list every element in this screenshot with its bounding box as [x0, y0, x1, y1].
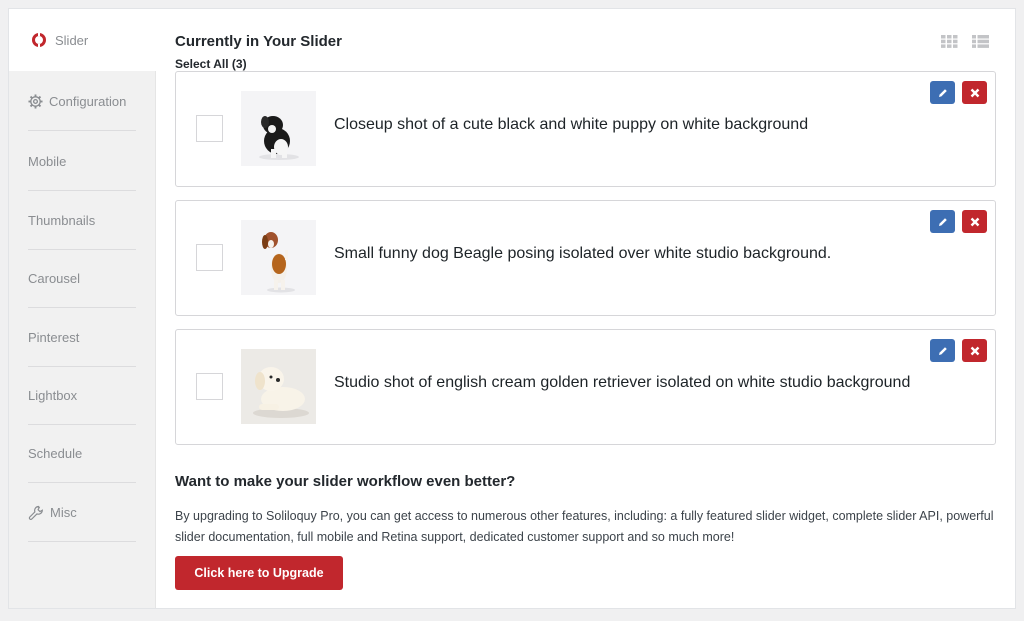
upgrade-description: By upgrading to Soliloquy Pro, you can g…: [175, 509, 994, 544]
sidebar-item-misc[interactable]: Misc: [28, 484, 136, 542]
close-icon: [970, 346, 980, 356]
main-content: Currently in Your Slider Select All (3): [175, 9, 1015, 608]
close-icon: [970, 88, 980, 98]
sidebar-item-pinterest[interactable]: Pinterest: [28, 309, 136, 367]
edit-button[interactable]: [930, 210, 955, 233]
sidebar-item-label: Mobile: [28, 154, 67, 169]
slide-checkbox[interactable]: [196, 115, 223, 142]
slide-checkbox[interactable]: [196, 373, 223, 400]
sidebar-item-carousel[interactable]: Carousel: [28, 250, 136, 308]
view-toggle: [941, 35, 989, 48]
slide-item: Small funny dog Beagle posing isolated o…: [175, 200, 996, 316]
gear-icon: [28, 94, 43, 109]
sidebar-item-mobile[interactable]: Mobile: [28, 133, 136, 191]
upgrade-heading: Want to make your slider workflow even b…: [175, 473, 516, 490]
retriever-photo: [241, 349, 316, 424]
select-all-link[interactable]: Select All (3): [175, 57, 247, 71]
sidebar-item-schedule[interactable]: Schedule: [28, 425, 136, 483]
sidebar-item-configuration[interactable]: Configuration: [28, 73, 136, 131]
grid-view-icon[interactable]: [941, 35, 958, 48]
sidebar-item-thumbnails[interactable]: Thumbnails: [28, 192, 136, 250]
upgrade-button[interactable]: Click here to Upgrade: [175, 556, 343, 590]
sidebar-item-label: Pinterest: [28, 330, 80, 345]
slide-caption: Closeup shot of a cute black and white p…: [334, 116, 809, 133]
pencil-icon: [938, 346, 948, 356]
sidebar-item-lightbox[interactable]: Lightbox: [28, 367, 136, 425]
delete-button[interactable]: [962, 210, 987, 233]
settings-panel: Slider Configuration Mobile Thumbnails C…: [8, 8, 1016, 609]
edit-button[interactable]: [930, 339, 955, 362]
sidebar-item-label: Schedule: [28, 446, 83, 461]
delete-button[interactable]: [962, 81, 987, 104]
sidebar-item-slider[interactable]: Slider: [9, 9, 157, 71]
sidebar-item-label: Misc: [50, 505, 77, 520]
sidebar-item-label: Lightbox: [28, 388, 78, 403]
list-view-icon[interactable]: [972, 35, 989, 48]
slide-caption: Studio shot of english cream golden retr…: [334, 374, 911, 391]
slide-item: Studio shot of english cream golden retr…: [175, 329, 996, 445]
slide-item: Closeup shot of a cute black and white p…: [175, 71, 996, 187]
slide-checkbox[interactable]: [196, 244, 223, 271]
wrench-icon: [28, 505, 44, 521]
close-icon: [970, 217, 980, 227]
page-title: Currently in Your Slider: [175, 33, 342, 50]
pencil-icon: [938, 217, 948, 227]
pencil-icon: [938, 88, 948, 98]
beagle-photo: [241, 220, 316, 295]
sidebar-item-label: Thumbnails: [28, 213, 96, 228]
sidebar-item-label: Configuration: [49, 94, 127, 109]
sidebar: Slider Configuration Mobile Thumbnails C…: [9, 9, 157, 608]
soliloquy-logo-icon: [31, 32, 47, 48]
sidebar-item-label: Carousel: [28, 271, 81, 286]
edit-button[interactable]: [930, 81, 955, 104]
puppy-photo: [241, 91, 316, 166]
sidebar-item-label: Slider: [55, 32, 89, 48]
slide-caption: Small funny dog Beagle posing isolated o…: [334, 245, 832, 262]
delete-button[interactable]: [962, 339, 987, 362]
